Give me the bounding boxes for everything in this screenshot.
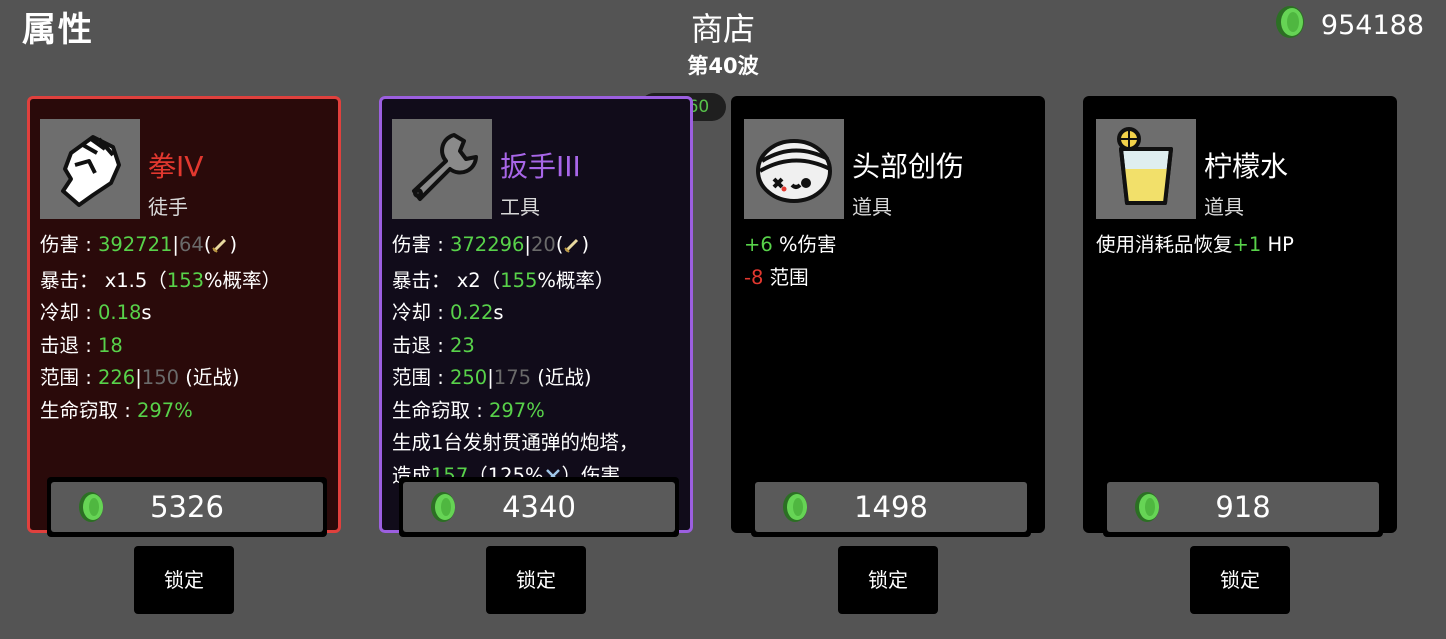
- sword-icon: [211, 232, 229, 265]
- item-type: 道具: [852, 195, 892, 219]
- buy-button[interactable]: 918: [1103, 477, 1383, 537]
- stat-damage: 伤害 : 392721|64(): [40, 229, 332, 265]
- item-type: 徒手: [148, 195, 188, 219]
- item-thumbnail: [1096, 119, 1196, 219]
- shop-item-card[interactable]: 柠檬水 道具 使用消耗品恢复+1 HP 918: [1083, 96, 1397, 537]
- stat-effect: 生成1台发射贯通弹的炮塔，: [392, 431, 639, 454]
- item-thumbnail: [744, 119, 844, 219]
- fist-icon: [53, 125, 127, 213]
- page-title: 商店: [690, 10, 755, 48]
- stat-knockback: 击退 : 23: [392, 333, 475, 357]
- lemonade-icon: [1111, 125, 1181, 213]
- item-price: 4340: [502, 490, 576, 524]
- sword-icon: [563, 232, 581, 265]
- stat-range: 范围 : 226|150 (近战): [40, 366, 240, 389]
- item-thumbnail: [40, 119, 140, 219]
- stat-crit: 暴击： x2（155%概率）: [392, 268, 615, 292]
- shop-item-card[interactable]: 拳IV 徒手 伤害 : 392721|64() 暴击： x1.5（153%概率）…: [27, 96, 341, 537]
- item-thumbnail: [392, 119, 492, 219]
- bandaged-head-icon: [752, 127, 836, 211]
- effect-heal: 使用消耗品恢复+1 HP: [1096, 233, 1294, 256]
- wave-label: 第40波: [687, 54, 759, 78]
- lock-button[interactable]: 锁定: [1190, 546, 1290, 614]
- lock-button[interactable]: 锁定: [486, 546, 586, 614]
- buy-button[interactable]: 1498: [751, 477, 1031, 537]
- item-effects: 使用消耗品恢复+1 HP: [1096, 229, 1388, 262]
- item-stats: 伤害 : 372296|20() 暴击： x2（155%概率） 冷却 : 0.2…: [392, 229, 684, 495]
- stat-lifesteal: 生命窃取 : 297%: [392, 398, 545, 422]
- item-stats: 伤害 : 392721|64() 暴击： x1.5（153%概率） 冷却 : 0…: [40, 229, 332, 427]
- stat-range: 范围 : 250|175 (近战): [392, 366, 592, 389]
- buy-button[interactable]: 5326: [47, 477, 327, 537]
- currency-amount: 954188: [1320, 9, 1424, 41]
- buy-button[interactable]: 4340: [399, 477, 679, 537]
- stat-cooldown: 冷却 : 0.18s: [40, 301, 152, 324]
- stat-crit: 暴击： x1.5（153%概率）: [40, 268, 282, 292]
- item-price: 1498: [854, 490, 928, 524]
- item-type: 工具: [500, 195, 540, 219]
- stat-cooldown: 冷却 : 0.22s: [392, 301, 504, 324]
- coin-icon: [1273, 4, 1307, 47]
- currency-display: 954188: [1273, 5, 1424, 41]
- stat-lifesteal: 生命窃取 : 297%: [40, 398, 193, 422]
- item-price: 918: [1215, 490, 1271, 524]
- effect-damage: +6 %伤害: [744, 233, 837, 256]
- shop-item-card[interactable]: 扳手III 工具 伤害 : 372296|20() 暴击： x2（155%概率）…: [379, 96, 693, 537]
- item-effects: +6 %伤害 -8 范围: [744, 229, 1036, 294]
- item-name: 头部创伤: [852, 150, 965, 183]
- item-type: 道具: [1204, 195, 1244, 219]
- lock-button[interactable]: 锁定: [134, 546, 234, 614]
- effect-range: -8 范围: [744, 265, 809, 289]
- wrench-icon: [402, 127, 482, 211]
- lock-button[interactable]: 锁定: [838, 546, 938, 614]
- shop-item-card[interactable]: 头部创伤 道具 +6 %伤害 -8 范围 1498: [731, 96, 1045, 537]
- stat-knockback: 击退 : 18: [40, 333, 123, 357]
- stat-damage: 伤害 : 372296|20(): [392, 229, 684, 265]
- item-name: 扳手III: [500, 150, 581, 183]
- item-name: 柠檬水: [1204, 150, 1289, 183]
- item-price: 5326: [150, 490, 224, 524]
- item-name: 拳IV: [148, 150, 204, 183]
